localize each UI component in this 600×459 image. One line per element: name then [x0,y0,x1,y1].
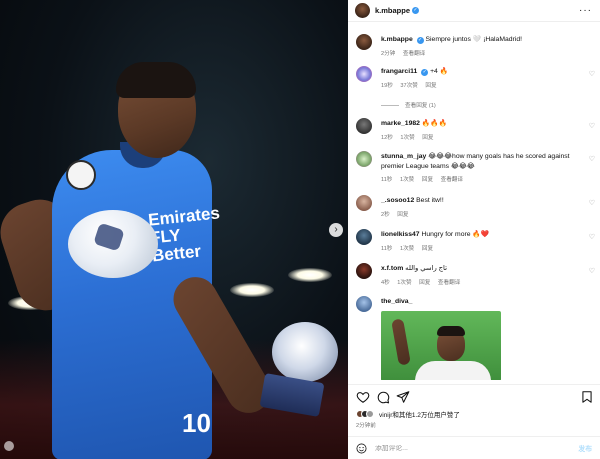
comment-time: 2秒 [381,211,390,218]
comment-time: 12秒 [381,134,393,141]
replies-divider [381,104,399,106]
instagram-post-view: Emirates FLY Better 10 › k.mbappe ✓ ··· … [0,0,600,459]
author-username[interactable]: k.mbappe [375,6,410,15]
liker-avatar [366,410,374,418]
comment-text: Hungry for more 🔥❤️ [421,231,490,238]
reply-link[interactable]: 回复 [422,246,433,252]
comment-image[interactable] [381,311,501,380]
view-replies-link[interactable]: 查看回复 (1) [381,101,436,109]
comment-like-heart-icon[interactable]: ♡ [589,155,595,163]
comment-time: 11秒 [381,245,393,252]
comments-list[interactable]: k.mbappe ✓ Siempre juntos 🤍 ¡HalaMadrid!… [348,28,600,380]
translate-link[interactable]: 查看翻译 [438,280,460,286]
likes-summary[interactable]: vinijr和其他1.2万位用户赞了 [356,409,460,419]
verified-badge-icon: ✓ [416,37,424,44]
stadium-light [230,283,274,297]
comment-bubble-icon[interactable] [376,390,390,404]
comment-time: 19秒 [381,82,393,89]
post-timestamp: 2分钟前 [356,423,376,429]
comment-username[interactable]: frangarci11 [381,68,417,75]
comment-username[interactable]: stunna_m_jay [381,153,426,160]
comment-time: 11秒 [381,177,393,183]
commenter-avatar[interactable] [356,263,372,279]
comment-username[interactable]: x.f.tom [381,265,403,272]
comment-username[interactable]: _.sosoo12 [381,197,414,204]
caption-time: 2分钟 [381,50,396,57]
next-photo-chevron-icon[interactable]: › [329,223,343,237]
post-sidebar: k.mbappe ✓ ··· k.mbappe ✓ Siempre juntos… [348,0,600,459]
add-comment-bar: 发布 [348,436,600,459]
comment-username[interactable]: the_diva_ [381,298,412,305]
player-of-match-trophy [272,322,338,382]
paper-plane-icon[interactable] [396,390,410,404]
caption-text: Siempre juntos 🤍 ¡HalaMadrid! [425,36,522,43]
verified-badge-icon: ✓ [412,7,420,14]
comment-like-heart-icon[interactable]: ♡ [589,233,595,241]
comment-likes[interactable]: 1次赞 [397,280,411,286]
comment-like-heart-icon[interactable]: ♡ [589,199,595,207]
comment-time: 4秒 [381,279,390,286]
reply-link[interactable]: 回复 [422,177,433,183]
comment-text: +4 🔥 [430,68,449,75]
view-replies-label[interactable]: 查看回复 (1) [405,101,436,109]
commenter-avatar[interactable] [356,195,372,211]
comment-text: تاج راسي والله [405,265,447,272]
commenter-avatar[interactable] [356,118,372,134]
more-options-icon[interactable]: ··· [579,5,592,16]
commenter-avatar[interactable] [356,151,372,167]
commenter-avatar[interactable] [356,296,372,312]
comment-likes[interactable]: 1次赞 [400,177,414,183]
likes-count-text[interactable]: vinijr和其他1.2万位用户赞了 [379,409,460,419]
comment-like-heart-icon[interactable]: ♡ [589,122,595,130]
translate-link[interactable]: 查看翻译 [441,177,463,183]
player-hair [116,62,196,98]
verified-badge-icon: ✓ [421,69,429,76]
reply-link[interactable]: 回复 [397,212,408,218]
comment-like-heart-icon[interactable]: ♡ [589,70,595,78]
stadium-light [288,268,332,282]
comment-text: 🔥🔥🔥 [421,120,448,127]
comment-likes[interactable]: 1次赞 [400,135,414,141]
author-avatar[interactable] [355,3,370,18]
reply-link[interactable]: 回复 [419,280,430,286]
photo-corner-dot [4,441,14,451]
caption-username[interactable]: k.mbappe [381,36,413,43]
image-player-hair [437,326,465,336]
post-photo[interactable]: Emirates FLY Better 10 › [0,0,348,459]
bookmark-icon[interactable] [580,390,594,404]
comment-like-heart-icon[interactable]: ♡ [589,267,595,275]
image-raised-arm [391,318,411,366]
author-avatar[interactable] [356,34,372,50]
image-white-shirt [415,361,491,380]
jersey-number: 10 [182,408,211,438]
comment-likes[interactable]: 1次赞 [400,246,414,252]
post-comment-button[interactable]: 发布 [578,443,592,453]
commenter-avatar[interactable] [356,229,372,245]
heart-outline-icon[interactable] [356,390,370,404]
emoji-smiley-icon[interactable] [356,443,367,454]
comment-username[interactable]: marke_1982 [381,120,420,127]
reply-link[interactable]: 回复 [425,83,436,89]
action-bar [348,384,600,406]
comment-likes[interactable]: 37次赞 [400,83,417,89]
comment-text: Best itw!! [416,197,444,204]
post-header: k.mbappe ✓ ··· [348,0,600,22]
jersey-sponsor-text: Emirates FLY Better [147,203,221,266]
sleeve-patch [66,160,96,190]
comment-username[interactable]: lionelkiss47 [381,231,420,238]
commenter-avatar[interactable] [356,66,372,82]
translate-link[interactable]: 查看翻译 [403,51,425,57]
comment-input[interactable] [375,444,579,452]
reply-link[interactable]: 回复 [422,135,433,141]
